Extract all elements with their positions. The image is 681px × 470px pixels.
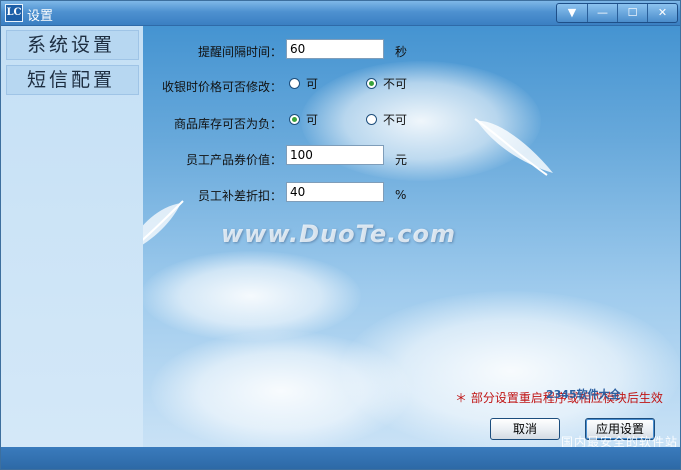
reminder-interval-unit: 秒 (395, 45, 408, 59)
sidebar: 系统设置 短信配置 (1, 26, 143, 447)
corner-logo: 2345软件大全 (546, 388, 621, 401)
radio-checked-icon (289, 114, 300, 125)
radio-label: 可 (306, 113, 319, 127)
watermark: www.DuoTe.com (221, 220, 456, 248)
radio-label: 可 (306, 77, 319, 91)
discount-label: 员工补差折扣： (197, 189, 282, 203)
voucher-value-unit: 元 (395, 153, 408, 167)
window-controls: ▼ — ☐ ✕ (556, 3, 678, 23)
reminder-interval-input[interactable] (286, 39, 384, 59)
app-logo-icon: LC (5, 4, 23, 22)
dropdown-button[interactable]: ▼ (557, 4, 587, 22)
sidebar-item-system-settings[interactable]: 系统设置 (6, 30, 139, 60)
close-button[interactable]: ✕ (647, 4, 677, 22)
sidebar-item-sms-config[interactable]: 短信配置 (6, 65, 139, 95)
stock-negative-radio-no[interactable]: 不可 (366, 111, 407, 128)
stock-negative-label: 商品库存可否为负： (173, 117, 282, 131)
radio-label: 不可 (383, 77, 408, 91)
price-modify-radio-no[interactable]: 不可 (366, 75, 407, 92)
discount-unit: % (395, 188, 407, 202)
price-modify-radio-yes[interactable]: 可 (289, 75, 318, 92)
cancel-button[interactable]: 取消 (490, 418, 560, 440)
status-bar (1, 447, 680, 469)
voucher-value-input[interactable] (286, 145, 384, 165)
window-title: 设置 (27, 9, 54, 24)
minimize-button[interactable]: — (587, 4, 617, 22)
radio-label: 不可 (383, 113, 408, 127)
maximize-button[interactable]: ☐ (617, 4, 647, 22)
radio-checked-icon (366, 78, 377, 89)
settings-window: LC 设置 ▼ — ☐ ✕ 系统设置 短信配置 提醒间隔时间： 秒 收银时价格可… (0, 0, 681, 470)
price-modify-label: 收银时价格可否修改： (161, 80, 282, 94)
reminder-interval-label: 提醒间隔时间： (197, 45, 282, 59)
title-bar: LC 设置 ▼ — ☐ ✕ (1, 1, 680, 26)
radio-circle-icon (289, 78, 300, 89)
voucher-value-label: 员工产品券价值： (185, 153, 282, 167)
stock-negative-radio-yes[interactable]: 可 (289, 111, 318, 128)
discount-input[interactable] (286, 182, 384, 202)
radio-circle-icon (366, 114, 377, 125)
